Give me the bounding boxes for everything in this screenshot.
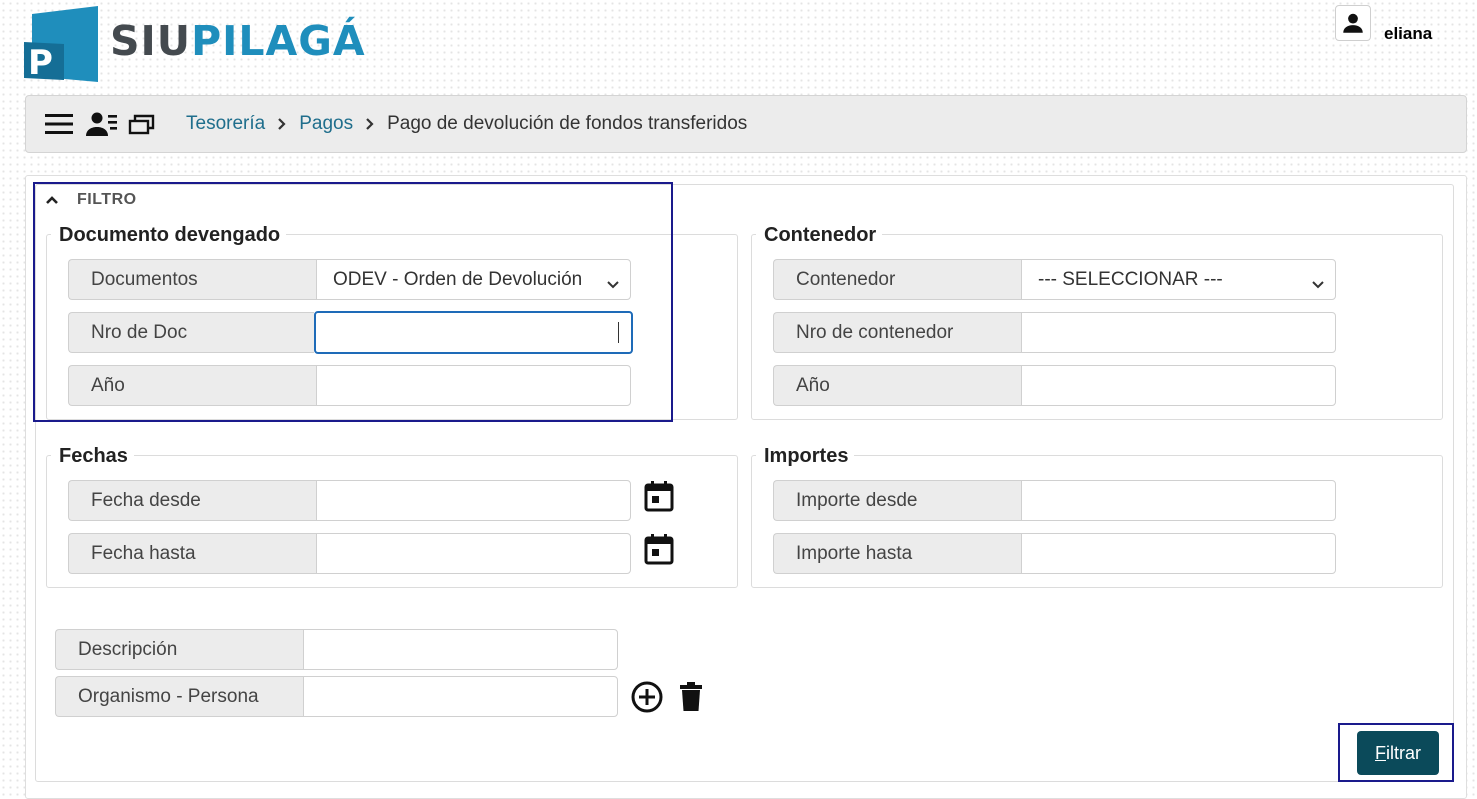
trash-icon[interactable] [679, 682, 703, 717]
nro-contenedor-label: Nro de contenedor [773, 312, 1021, 353]
chevron-right-icon [365, 117, 375, 131]
user-menu[interactable]: eliana [1335, 2, 1432, 44]
calendar-icon[interactable] [644, 480, 674, 517]
anio-contenedor-label: Año [773, 365, 1021, 406]
organismo-input[interactable] [303, 676, 618, 717]
importes-legend: Importes [756, 445, 855, 468]
user-icon[interactable] [1335, 5, 1371, 41]
importe-hasta-field: Importe hasta [773, 533, 1336, 574]
top-navigation-bar: Tesorería Pagos Pago de devolución de fo… [25, 95, 1467, 153]
nro-contenedor-input[interactable] [1021, 312, 1336, 353]
organismo-field: Organismo - Persona [55, 676, 618, 717]
nro-contenedor-field: Nro de contenedor [773, 312, 1336, 353]
chevron-down-icon [1311, 274, 1325, 296]
organismo-label: Organismo - Persona [55, 676, 303, 717]
documento-highlight [33, 182, 673, 422]
fechas-legend: Fechas [51, 445, 134, 468]
breadcrumb: Tesorería Pagos Pago de devolución de fo… [186, 113, 747, 135]
fecha-desde-field: Fecha desde [68, 480, 631, 521]
descripcion-label: Descripción [55, 629, 303, 670]
logo-wordmark: SIUPILAGÁ [110, 17, 366, 65]
fecha-desde-input[interactable] [316, 480, 631, 521]
importe-desde-field: Importe desde [773, 480, 1336, 521]
menu-icon[interactable] [44, 109, 74, 139]
breadcrumb-current: Pago de devolución de fondos transferido… [387, 113, 748, 134]
contenedor-legend: Contenedor [756, 224, 883, 247]
app-logo: P SIUPILAGÁ [24, 6, 366, 83]
breadcrumb-tesoreria[interactable]: Tesorería [186, 113, 265, 135]
fecha-hasta-field: Fecha hasta [68, 533, 631, 574]
contenedor-field: Contenedor --- SELECCIONAR --- [773, 259, 1336, 300]
fecha-hasta-input[interactable] [316, 533, 631, 574]
importe-hasta-input[interactable] [1021, 533, 1336, 574]
chevron-right-icon [277, 117, 287, 131]
logo-mark: P [24, 6, 100, 83]
fecha-hasta-label: Fecha hasta [68, 533, 316, 574]
calendar-icon[interactable] [644, 533, 674, 570]
contenedor-select[interactable]: --- SELECCIONAR --- [1021, 259, 1336, 300]
add-circle-icon[interactable] [631, 681, 663, 718]
importe-desde-input[interactable] [1021, 480, 1336, 521]
fecha-desde-label: Fecha desde [68, 480, 316, 521]
anio-contenedor-input[interactable] [1021, 365, 1336, 406]
anio-contenedor-field: Año [773, 365, 1336, 406]
filtrar-highlight [1338, 723, 1454, 782]
svg-text:P: P [28, 43, 53, 82]
descripcion-field: Descripción [55, 629, 618, 670]
windows-icon[interactable] [128, 109, 156, 139]
user-name: eliana [1384, 24, 1433, 43]
contenedor-selected: --- SELECCIONAR --- [1038, 268, 1223, 290]
importe-desde-label: Importe desde [773, 480, 1021, 521]
descripcion-input[interactable] [303, 629, 618, 670]
breadcrumb-pagos[interactable]: Pagos [299, 113, 353, 135]
importe-hasta-label: Importe hasta [773, 533, 1021, 574]
contenedor-label: Contenedor [773, 259, 1021, 300]
contacts-icon[interactable] [86, 109, 118, 139]
